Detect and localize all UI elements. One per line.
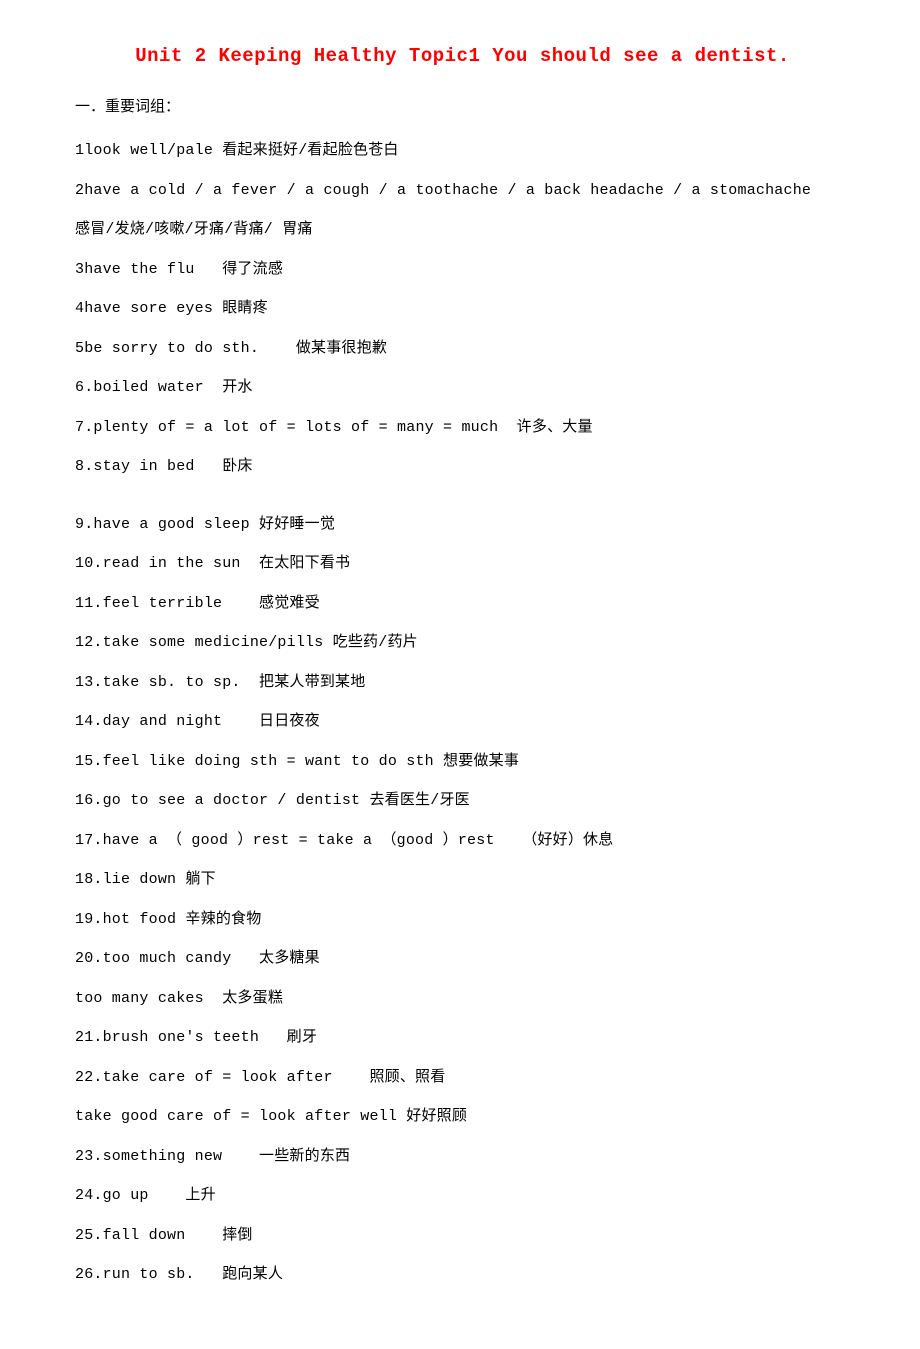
content-line: 24.go up 上升 xyxy=(75,1185,850,1206)
content-line: 13.take sb. to sp. 把某人带到某地 xyxy=(75,672,850,693)
content-line: 12.take some medicine/pills 吃些药/药片 xyxy=(75,632,850,653)
content-line: 26.run to sb. 跑向某人 xyxy=(75,1264,850,1285)
content-line: 15.feel like doing sth = want to do sth … xyxy=(75,751,850,772)
content-line: 11.feel terrible 感觉难受 xyxy=(75,593,850,614)
content-line: 7.plenty of = a lot of = lots of = many … xyxy=(75,417,850,438)
page-title: Unit 2 Keeping Healthy Topic1 You should… xyxy=(75,45,850,67)
content-line: 17.have a （ good ）rest = take a （good ）r… xyxy=(75,830,850,851)
content-line: 25.fall down 摔倒 xyxy=(75,1225,850,1246)
content-line: 18.lie down 躺下 xyxy=(75,869,850,890)
content-line: 16.go to see a doctor / dentist 去看医生/牙医 xyxy=(75,790,850,811)
section-heading: 一．重要词组： xyxy=(75,95,850,116)
content-line: 感冒/发烧/咳嗽/牙痛/背痛/ 胃痛 xyxy=(75,219,850,240)
content-line: 5be sorry to do sth. 做某事很抱歉 xyxy=(75,338,850,359)
content-line: too many cakes 太多蛋糕 xyxy=(75,988,850,1009)
content-line: 8.stay in bed 卧床 xyxy=(75,456,850,477)
content-line: 19.hot food 辛辣的食物 xyxy=(75,909,850,930)
content-line: 2have a cold / a fever / a cough / a too… xyxy=(75,180,850,201)
content-line: 10.read in the sun 在太阳下看书 xyxy=(75,553,850,574)
blank-gap xyxy=(75,496,850,514)
content-line: 23.something new 一些新的东西 xyxy=(75,1146,850,1167)
lines-container: 1look well/pale 看起来挺好/看起脸色苍白 2have a cold… xyxy=(75,140,850,1285)
content-line: take good care of = look after well 好好照顾 xyxy=(75,1106,850,1127)
content-line: 22.take care of = look after 照顾、照看 xyxy=(75,1067,850,1088)
content-line: 21.brush one's teeth 刷牙 xyxy=(75,1027,850,1048)
content-line: 20.too much candy 太多糖果 xyxy=(75,948,850,969)
content-line: 6.boiled water 开水 xyxy=(75,377,850,398)
content-line: 9.have a good sleep 好好睡一觉 xyxy=(75,514,850,535)
content-line: 4have sore eyes 眼睛疼 xyxy=(75,298,850,319)
content-line: 3have the flu 得了流感 xyxy=(75,259,850,280)
content-line: 14.day and night 日日夜夜 xyxy=(75,711,850,732)
content-line: 1look well/pale 看起来挺好/看起脸色苍白 xyxy=(75,140,850,161)
